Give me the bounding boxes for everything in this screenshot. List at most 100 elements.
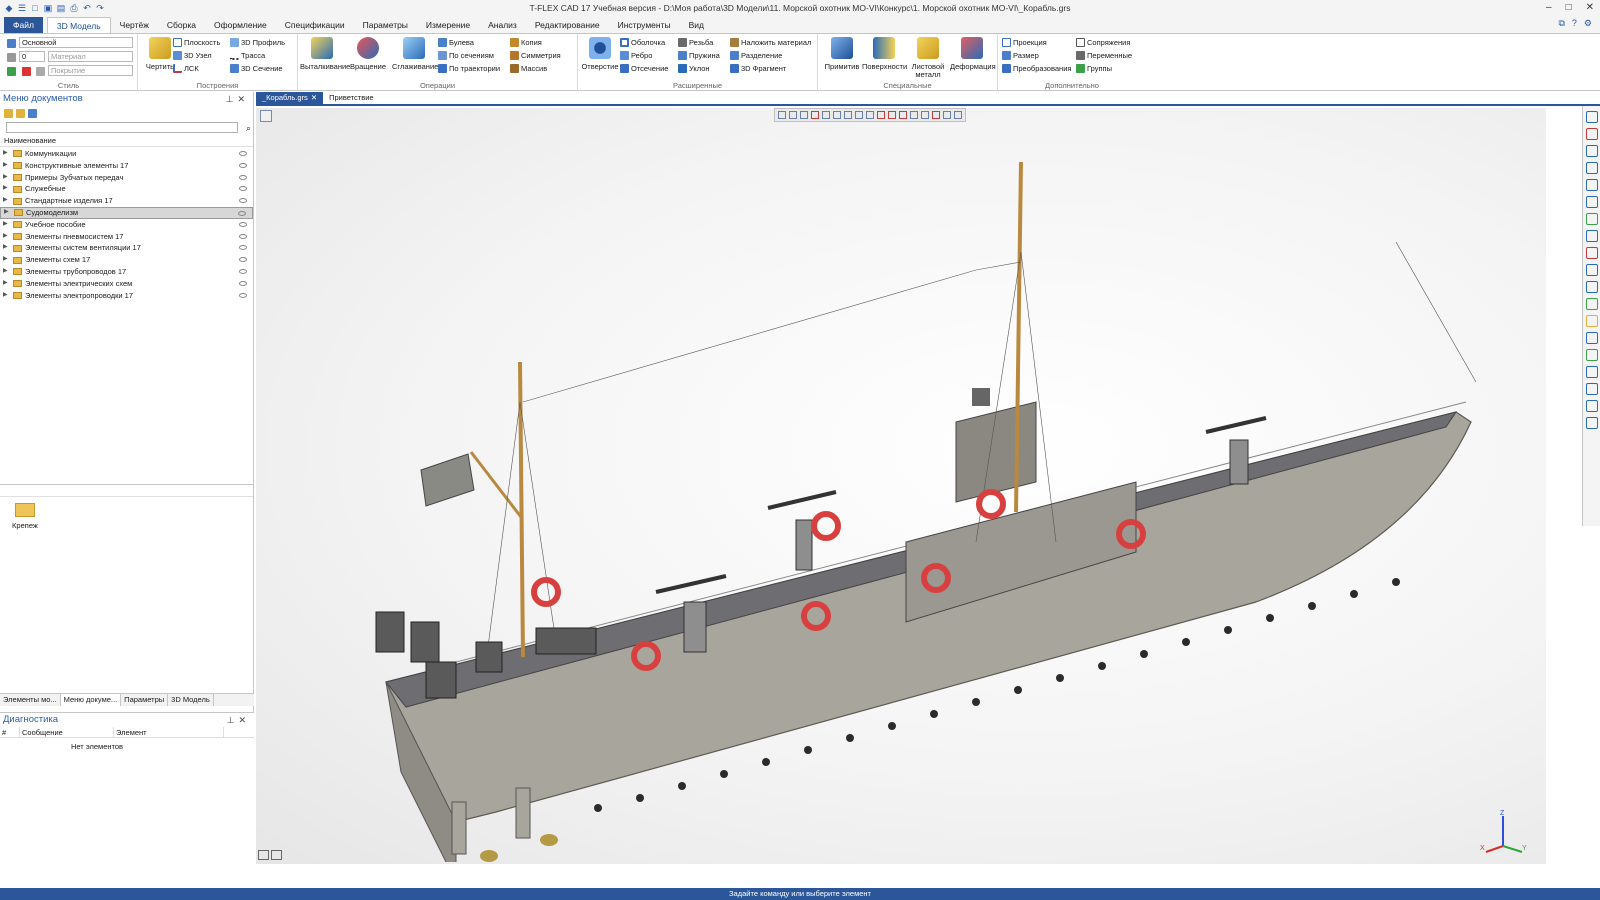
expand-icon[interactable]: ▶ bbox=[3, 195, 10, 207]
size-button[interactable]: Размер bbox=[1002, 50, 1039, 61]
settings-icon[interactable]: ⚙ bbox=[1584, 18, 1592, 29]
material-field[interactable]: Материал bbox=[48, 51, 133, 62]
open-file-icon[interactable]: ▣ bbox=[43, 3, 53, 13]
tree-item[interactable]: ▶ Элементы схем 17 bbox=[0, 254, 253, 266]
tab-document-menu[interactable]: Меню докуме... bbox=[60, 694, 122, 706]
save-icon[interactable]: ▤ bbox=[56, 3, 66, 13]
tree-item[interactable]: ▶ Коммуникации bbox=[0, 148, 253, 160]
zoom-window-icon[interactable] bbox=[1585, 179, 1598, 191]
plane-button[interactable]: Плоскость bbox=[173, 37, 220, 48]
symmetry-button[interactable]: Симметрия bbox=[510, 50, 561, 61]
tree-item[interactable]: ▶ Стандартные изделия 17 bbox=[0, 195, 253, 207]
variables-button[interactable]: Переменные bbox=[1076, 50, 1132, 61]
view-select-icon[interactable] bbox=[789, 111, 797, 119]
primitive-button[interactable]: Примитив bbox=[820, 37, 864, 71]
zoom-in-icon[interactable] bbox=[1585, 145, 1598, 157]
minimize-icon[interactable]: – bbox=[1546, 2, 1552, 13]
orbit-icon[interactable] bbox=[1585, 230, 1598, 242]
visibility-icon[interactable] bbox=[239, 186, 247, 192]
copy-button[interactable]: Копия bbox=[510, 37, 542, 48]
layout-split-icon[interactable] bbox=[271, 850, 282, 860]
menu-specs[interactable]: Спецификации bbox=[276, 17, 354, 33]
spring-button[interactable]: Пружина bbox=[678, 50, 720, 61]
visibility-icon[interactable] bbox=[239, 257, 247, 263]
split-button[interactable]: Разделение bbox=[730, 50, 782, 61]
menu-icon[interactable]: ☰ bbox=[17, 3, 27, 13]
coating-field[interactable]: Покрытие bbox=[48, 65, 133, 76]
expand-icon[interactable]: ▶ bbox=[3, 266, 10, 278]
view-shade-icon[interactable] bbox=[877, 111, 885, 119]
tree-item[interactable]: ▶ Элементы пневмосистем 17 bbox=[0, 231, 253, 243]
view-more-icon[interactable] bbox=[954, 111, 962, 119]
transforms-button[interactable]: Преобразования bbox=[1002, 63, 1071, 74]
cut-button[interactable]: Отсечение bbox=[620, 63, 668, 74]
col-num[interactable]: # bbox=[0, 727, 20, 737]
expand-icon[interactable]: ▶ bbox=[3, 290, 10, 302]
view-zoom-icon[interactable] bbox=[855, 111, 863, 119]
col-message[interactable]: Сообщение bbox=[20, 727, 114, 737]
tab-parameters[interactable]: Параметры bbox=[121, 694, 169, 706]
menu-edit[interactable]: Редактирование bbox=[526, 17, 609, 33]
view-wire-icon[interactable] bbox=[888, 111, 896, 119]
shaded-icon[interactable] bbox=[1585, 298, 1598, 310]
view-grid-icon[interactable] bbox=[833, 111, 841, 119]
groups-button[interactable]: Группы bbox=[1076, 63, 1112, 74]
menu-design[interactable]: Оформление bbox=[205, 17, 276, 33]
menu-measure[interactable]: Измерение bbox=[417, 17, 479, 33]
material-view-icon[interactable] bbox=[1585, 315, 1598, 327]
open-folder-icon[interactable] bbox=[16, 108, 25, 118]
menu-file[interactable]: Файл bbox=[4, 17, 43, 33]
help-icon[interactable]: ? bbox=[1572, 18, 1577, 29]
view-hidden-icon[interactable] bbox=[899, 111, 907, 119]
expand-icon[interactable]: ▶ bbox=[3, 278, 10, 290]
tab-3d-model[interactable]: 3D Модель bbox=[168, 694, 214, 706]
visibility-icon[interactable] bbox=[239, 233, 247, 239]
boolean-button[interactable]: Булева bbox=[438, 37, 474, 48]
expand-icon[interactable]: ▶ bbox=[3, 242, 10, 254]
iso-view-icon[interactable] bbox=[1585, 264, 1598, 276]
menu-assembly[interactable]: Сборка bbox=[158, 17, 205, 33]
visibility-icon[interactable] bbox=[239, 162, 247, 168]
visibility-icon[interactable] bbox=[239, 292, 247, 298]
tree-item[interactable]: ▶ Служебные bbox=[0, 183, 253, 195]
surfaces-button[interactable]: Поверхности bbox=[862, 37, 907, 71]
zoom-out-icon[interactable] bbox=[1585, 162, 1598, 174]
environment-icon[interactable] bbox=[1585, 349, 1598, 361]
view-pan-icon[interactable] bbox=[866, 111, 874, 119]
draft-button[interactable]: Уклон bbox=[678, 63, 710, 74]
tree-item[interactable]: ▶ Элементы электропроводки 17 bbox=[0, 290, 253, 302]
maximize-icon[interactable]: □ bbox=[1566, 2, 1572, 13]
view-front-icon[interactable] bbox=[1585, 111, 1598, 123]
app-icon[interactable]: ◆ bbox=[4, 3, 14, 13]
projection-button[interactable]: Проекция bbox=[1002, 37, 1047, 48]
level-field[interactable]: 0 bbox=[19, 51, 45, 62]
menu-drawing[interactable]: Чертёж bbox=[111, 17, 158, 33]
panel-pin-close[interactable]: ⊥✕ bbox=[226, 92, 249, 106]
menu-params[interactable]: Параметры bbox=[354, 17, 417, 33]
tree-item[interactable]: ▶ Примеры Зубчатых передач bbox=[0, 172, 253, 184]
expand-icon[interactable]: ▶ bbox=[3, 231, 10, 243]
menu-view[interactable]: Вид bbox=[680, 17, 713, 33]
extrude-button[interactable]: Выталкивание bbox=[300, 37, 350, 71]
top-view-icon[interactable] bbox=[1585, 281, 1598, 293]
smooth-button[interactable]: Сглаживание bbox=[392, 37, 438, 71]
expand-icon[interactable]: ▶ bbox=[3, 148, 10, 160]
layer-select[interactable]: Основной bbox=[19, 37, 133, 48]
by-sections-button[interactable]: По сечениям bbox=[438, 50, 494, 61]
redo-icon[interactable]: ↷ bbox=[95, 3, 105, 13]
menu-3d-model[interactable]: 3D Модель bbox=[46, 17, 111, 33]
view-filter-icon[interactable] bbox=[778, 111, 786, 119]
mates-button[interactable]: Сопряжения bbox=[1076, 37, 1130, 48]
visibility-icon[interactable] bbox=[239, 198, 247, 204]
ship-model[interactable] bbox=[256, 122, 1546, 862]
preview-folder[interactable]: Крепеж bbox=[10, 503, 40, 530]
tree-item[interactable]: ▶ Элементы систем вентиляции 17 bbox=[0, 242, 253, 254]
tree-item[interactable]: ▶ Конструктивные элементы 17 bbox=[0, 160, 253, 172]
tab-welcome[interactable]: Приветствие bbox=[323, 92, 379, 104]
light-icon[interactable] bbox=[1585, 332, 1598, 344]
path-button[interactable]: Трасса bbox=[230, 50, 265, 61]
filter-icon[interactable] bbox=[28, 108, 37, 118]
undo-icon[interactable]: ↶ bbox=[82, 3, 92, 13]
visibility-icon[interactable] bbox=[239, 174, 247, 180]
tree-column-header[interactable]: Наименование bbox=[0, 135, 253, 147]
